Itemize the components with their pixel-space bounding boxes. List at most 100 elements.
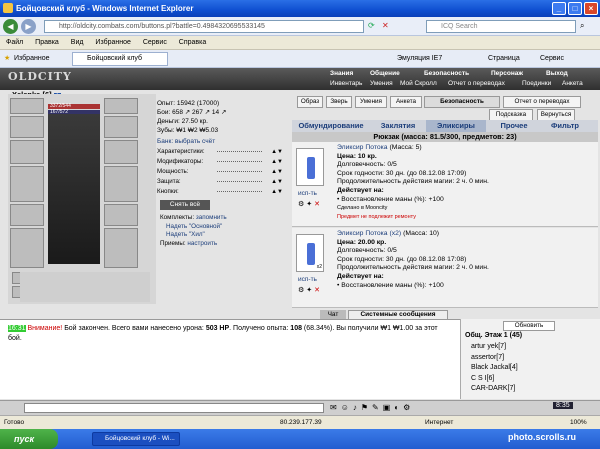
- start-button[interactable]: пуск: [0, 429, 58, 449]
- nav-skills[interactable]: Умения: [370, 80, 393, 87]
- bank-link[interactable]: Банк: выбрать счёт: [157, 138, 215, 145]
- bracer-slot[interactable]: [104, 204, 138, 226]
- nav-character[interactable]: Персонаж: [491, 70, 523, 77]
- delete-icon[interactable]: ✕: [314, 201, 320, 208]
- amulet-slot[interactable]: [10, 116, 44, 138]
- chat-toolbar-icons[interactable]: ✉☺♪⚑✎▣◐⚙: [330, 403, 414, 412]
- legs-slot[interactable]: [10, 228, 44, 268]
- helmet-slot[interactable]: [10, 98, 44, 114]
- online-user[interactable]: artur yek[7]: [471, 342, 518, 353]
- gloves-slot[interactable]: [104, 140, 138, 164]
- close-button[interactable]: ×: [584, 2, 598, 15]
- refresh-icon[interactable]: ⟳: [368, 21, 375, 30]
- online-user[interactable]: Black Jackal[4]: [471, 363, 518, 374]
- section-power[interactable]: Мощность: ▲▼: [157, 168, 287, 176]
- weapon-slot[interactable]: [10, 140, 44, 164]
- nav-transfer-report[interactable]: Отчет о переводах: [448, 80, 505, 87]
- remove-all-button[interactable]: Снять всё: [160, 200, 210, 210]
- boots-slot[interactable]: [104, 228, 138, 268]
- section-arrows-icon[interactable]: ▲▼: [271, 188, 283, 196]
- section-characteristics[interactable]: Характеристики: ▲▼: [157, 148, 287, 156]
- menu-view[interactable]: Вид: [71, 39, 84, 46]
- armor-slot[interactable]: [10, 166, 44, 202]
- item-price: Цена: 10 кр.: [337, 152, 377, 160]
- search-input[interactable]: ICQ Search: [426, 20, 576, 33]
- elixir-icon[interactable]: x2: [296, 234, 324, 272]
- nav-my-scroll[interactable]: Мой Скролл: [400, 80, 437, 87]
- use-item-link[interactable]: исп-ть: [298, 276, 317, 283]
- chat-time: 16:31: [8, 325, 26, 332]
- ring-slot[interactable]: [104, 116, 138, 138]
- nav-exit[interactable]: Выход: [546, 70, 568, 77]
- belt-slot[interactable]: [10, 204, 44, 226]
- wear-icon[interactable]: ⚙: [298, 287, 304, 294]
- inv-tab-elixirs[interactable]: Эликсиры: [426, 120, 486, 132]
- tab-profile[interactable]: Анкета: [390, 96, 422, 108]
- forward-icon[interactable]: ▶: [21, 19, 36, 34]
- nav-fights[interactable]: Поединки: [522, 80, 551, 87]
- browser-tab[interactable]: Бойцовский клуб: [72, 52, 168, 66]
- menu-tools[interactable]: Сервис: [143, 39, 167, 46]
- item-name[interactable]: Эликсир Потока (x2): [337, 230, 401, 237]
- tab-image[interactable]: Образ: [297, 96, 323, 108]
- back-icon[interactable]: ◀: [3, 19, 18, 34]
- item-name[interactable]: Эликсир Потока: [337, 144, 388, 151]
- online-user[interactable]: C S I[6]: [471, 374, 518, 385]
- online-user[interactable]: assertor[7]: [471, 353, 518, 364]
- section-arrows-icon[interactable]: ▲▼: [271, 168, 283, 176]
- star-icon[interactable]: ★: [4, 50, 10, 68]
- emulation-button[interactable]: Эмуляция IE7: [397, 50, 442, 68]
- stop-icon[interactable]: ✕: [382, 21, 389, 30]
- wear-set-heal-link[interactable]: Надеть "Хил": [166, 231, 205, 238]
- tools-menu[interactable]: Сервис: [540, 50, 564, 68]
- remember-set-link[interactable]: запомнить: [196, 214, 227, 221]
- gift-icon[interactable]: ✦: [306, 201, 312, 208]
- nav-security[interactable]: Безопасность: [424, 70, 469, 77]
- favorites-button[interactable]: Избранное: [14, 50, 49, 68]
- section-defense[interactable]: Защита: ▲▼: [157, 178, 287, 186]
- tab-transfer-report[interactable]: Отчет о переводах: [503, 96, 581, 108]
- section-modifiers[interactable]: Модификаторы: ▲▼: [157, 158, 287, 166]
- menu-edit[interactable]: Правка: [35, 39, 59, 46]
- online-user[interactable]: CAR-DARK[7]: [471, 384, 518, 395]
- inv-tab-equipment[interactable]: Обмундирование: [292, 120, 370, 132]
- inv-tab-other[interactable]: Прочее: [492, 120, 536, 132]
- chat-input[interactable]: [24, 403, 324, 413]
- delete-icon[interactable]: ✕: [314, 287, 320, 294]
- page-menu[interactable]: Страница: [488, 50, 520, 68]
- offhand-slot[interactable]: [104, 166, 138, 202]
- section-buttons[interactable]: Кнопки: ▲▼: [157, 188, 287, 196]
- maximize-button[interactable]: □: [568, 2, 582, 15]
- configure-tricks-link[interactable]: настроить: [187, 240, 217, 247]
- section-arrows-icon[interactable]: ▲▼: [271, 148, 283, 156]
- tab-beast[interactable]: Зверь: [326, 96, 352, 108]
- search-icon[interactable]: ⌕: [580, 21, 584, 31]
- section-arrows-icon[interactable]: ▲▼: [271, 178, 283, 186]
- gift-icon[interactable]: ✦: [306, 287, 312, 294]
- elixir-icon[interactable]: [296, 148, 324, 186]
- earring-slot[interactable]: [104, 98, 138, 114]
- potion-bottle-icon: [307, 243, 315, 265]
- nav-profile[interactable]: Анкета: [562, 80, 583, 87]
- use-item-link[interactable]: исп-ть: [298, 190, 317, 197]
- minimize-button[interactable]: _: [552, 2, 566, 15]
- nav-knowledge[interactable]: Знания: [330, 70, 353, 77]
- tab-skills[interactable]: Умения: [355, 96, 387, 108]
- url-input[interactable]: http://oldcity.combats.com/buttons.pl?ba…: [44, 20, 364, 33]
- taskbar-item[interactable]: Бойцовский клуб - Wi...: [92, 432, 180, 446]
- menu-help[interactable]: Справка: [179, 39, 206, 46]
- wear-icon[interactable]: ⚙: [298, 201, 304, 208]
- item-action-icons: ⚙ ✦ ✕: [298, 200, 320, 208]
- refresh-online-button[interactable]: Обновить: [503, 321, 555, 331]
- section-arrows-icon[interactable]: ▲▼: [271, 158, 283, 166]
- wear-set-main-link[interactable]: Надеть "Основной": [166, 223, 222, 230]
- menu-file[interactable]: Файл: [6, 39, 23, 46]
- chat-damage: 503 HP: [205, 325, 230, 332]
- menu-favorites[interactable]: Избранное: [95, 39, 130, 46]
- status-zoom[interactable]: 100%: [570, 416, 587, 430]
- nav-inventory[interactable]: Инвентарь: [330, 80, 362, 87]
- inv-tab-spells[interactable]: Заклятия: [372, 120, 424, 132]
- inv-tab-filter[interactable]: Фильтр: [540, 120, 590, 132]
- nav-communication[interactable]: Общение: [370, 70, 400, 77]
- tab-security[interactable]: Безопасность: [424, 96, 500, 108]
